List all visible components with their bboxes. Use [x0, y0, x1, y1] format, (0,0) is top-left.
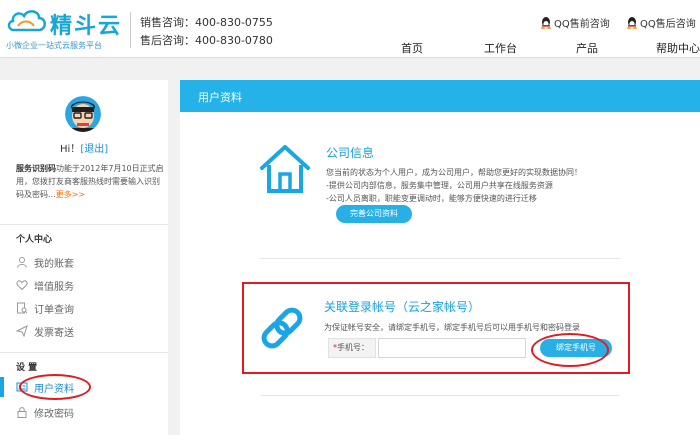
greeting: Hi！[退出]	[60, 140, 108, 155]
qq-penguin-icon	[541, 17, 551, 29]
sidebar-item-value-added[interactable]: 增值服务	[16, 276, 166, 294]
main-panel: 用户资料 公司信息 您当前的状态为个人用户，成为公司用户，帮助您更好的实现数据协…	[180, 80, 700, 435]
qq-pre-sales-link[interactable]: QQ售前咨询	[540, 15, 610, 30]
nav-help-center[interactable]: 帮助中心	[656, 40, 700, 56]
sales-phone: 销售咨询：400-830-0755	[140, 16, 273, 29]
sidebar-item-label: 发票寄送	[34, 327, 74, 339]
active-indicator	[0, 377, 4, 397]
top-header: 精斗云 小微企业一站式云服务平台 销售咨询：400-830-0755 售后咨询：…	[0, 0, 700, 58]
section-divider	[260, 258, 620, 259]
section-divider	[0, 352, 168, 353]
qq-penguin-icon	[627, 17, 637, 29]
section-divider	[260, 395, 620, 396]
brand-slogan: 小微企业一站式云服务平台	[6, 41, 102, 50]
lock-icon	[17, 407, 27, 418]
sidebar-item-label: 修改密码	[34, 408, 74, 420]
send-icon	[16, 325, 28, 337]
section-personal-center: 个人中心	[16, 235, 53, 245]
sidebar-item-label: 订单查询	[34, 304, 74, 316]
service-code-title: 服务识别码	[16, 164, 56, 173]
brand-name: 精斗云	[50, 14, 123, 39]
sidebar-item-change-password[interactable]: 修改密码	[16, 403, 166, 421]
nav-home[interactable]: 首页	[401, 40, 423, 56]
header-divider	[130, 12, 131, 48]
annotation-circle-user-profile	[19, 374, 91, 400]
more-link[interactable]: 更多>>	[56, 190, 85, 199]
nav-workbench[interactable]: 工作台	[484, 40, 517, 56]
company-info-line: -提供公司内部信息，服务集中管理，公司用户共享在线服务资源	[326, 181, 553, 190]
document-search-icon	[17, 302, 28, 314]
sidebar-item-orders[interactable]: 订单查询	[16, 299, 166, 317]
sidebar-item-invoice[interactable]: 发票寄送	[16, 322, 166, 340]
complete-company-info-button[interactable]: 完善公司资料	[336, 205, 412, 223]
greeting-text: Hi！	[60, 144, 81, 155]
section-divider	[0, 224, 168, 225]
phone-field-label: *手机号：	[328, 338, 376, 358]
qq-after-sales-label: QQ售后咨询	[640, 19, 696, 30]
phone-label-text: 手机号：	[337, 343, 369, 352]
user-avatar-icon	[65, 96, 101, 132]
service-code-note: 服务识别码功能于2012年7月10日正式启用，您拨打友商客服热线时需要输入识别码…	[16, 162, 164, 201]
company-info-line: -公司人员离职，职能变更调动时，能够方便快速的进行迁移	[326, 194, 537, 203]
chain-link-icon	[261, 307, 303, 349]
nav-products[interactable]: 产品	[576, 40, 598, 56]
qq-pre-sales-label: QQ售前咨询	[554, 19, 610, 30]
panel-header: 用户资料	[180, 80, 700, 112]
cloud-logo-icon	[7, 10, 46, 32]
sidebar-item-label: 我的账套	[34, 258, 74, 270]
phone-input[interactable]	[378, 338, 526, 358]
sidebar-item-my-account[interactable]: 我的账套	[16, 253, 166, 271]
sidebar-item-label: 增值服务	[34, 281, 74, 293]
user-icon	[17, 257, 27, 268]
annotation-circle-bind-button	[531, 333, 609, 367]
brand-logo[interactable]: 精斗云 小微企业一站式云服务平台	[6, 6, 124, 52]
link-account-desc: 为保证帐号安全，请绑定手机号，绑定手机号后可以用手机号和密码登录	[324, 323, 580, 332]
avatar[interactable]	[65, 96, 101, 132]
company-info-line: 您当前的状态为个人用户，成为公司用户，帮助您更好的实现数据协同！	[326, 168, 582, 177]
qq-after-sales-link[interactable]: QQ售后咨询	[626, 15, 696, 30]
page-title: 用户资料	[198, 91, 242, 104]
heart-icon	[16, 280, 28, 291]
after-sales-phone: 售后咨询：400-830-0780	[140, 34, 273, 47]
house-icon	[260, 145, 310, 193]
section-settings: 设 置	[16, 363, 38, 373]
logout-link[interactable]: [退出]	[80, 144, 108, 155]
company-info-title: 公司信息	[326, 146, 375, 160]
link-account-title: 关联登录帐号（云之家帐号）	[324, 300, 481, 314]
